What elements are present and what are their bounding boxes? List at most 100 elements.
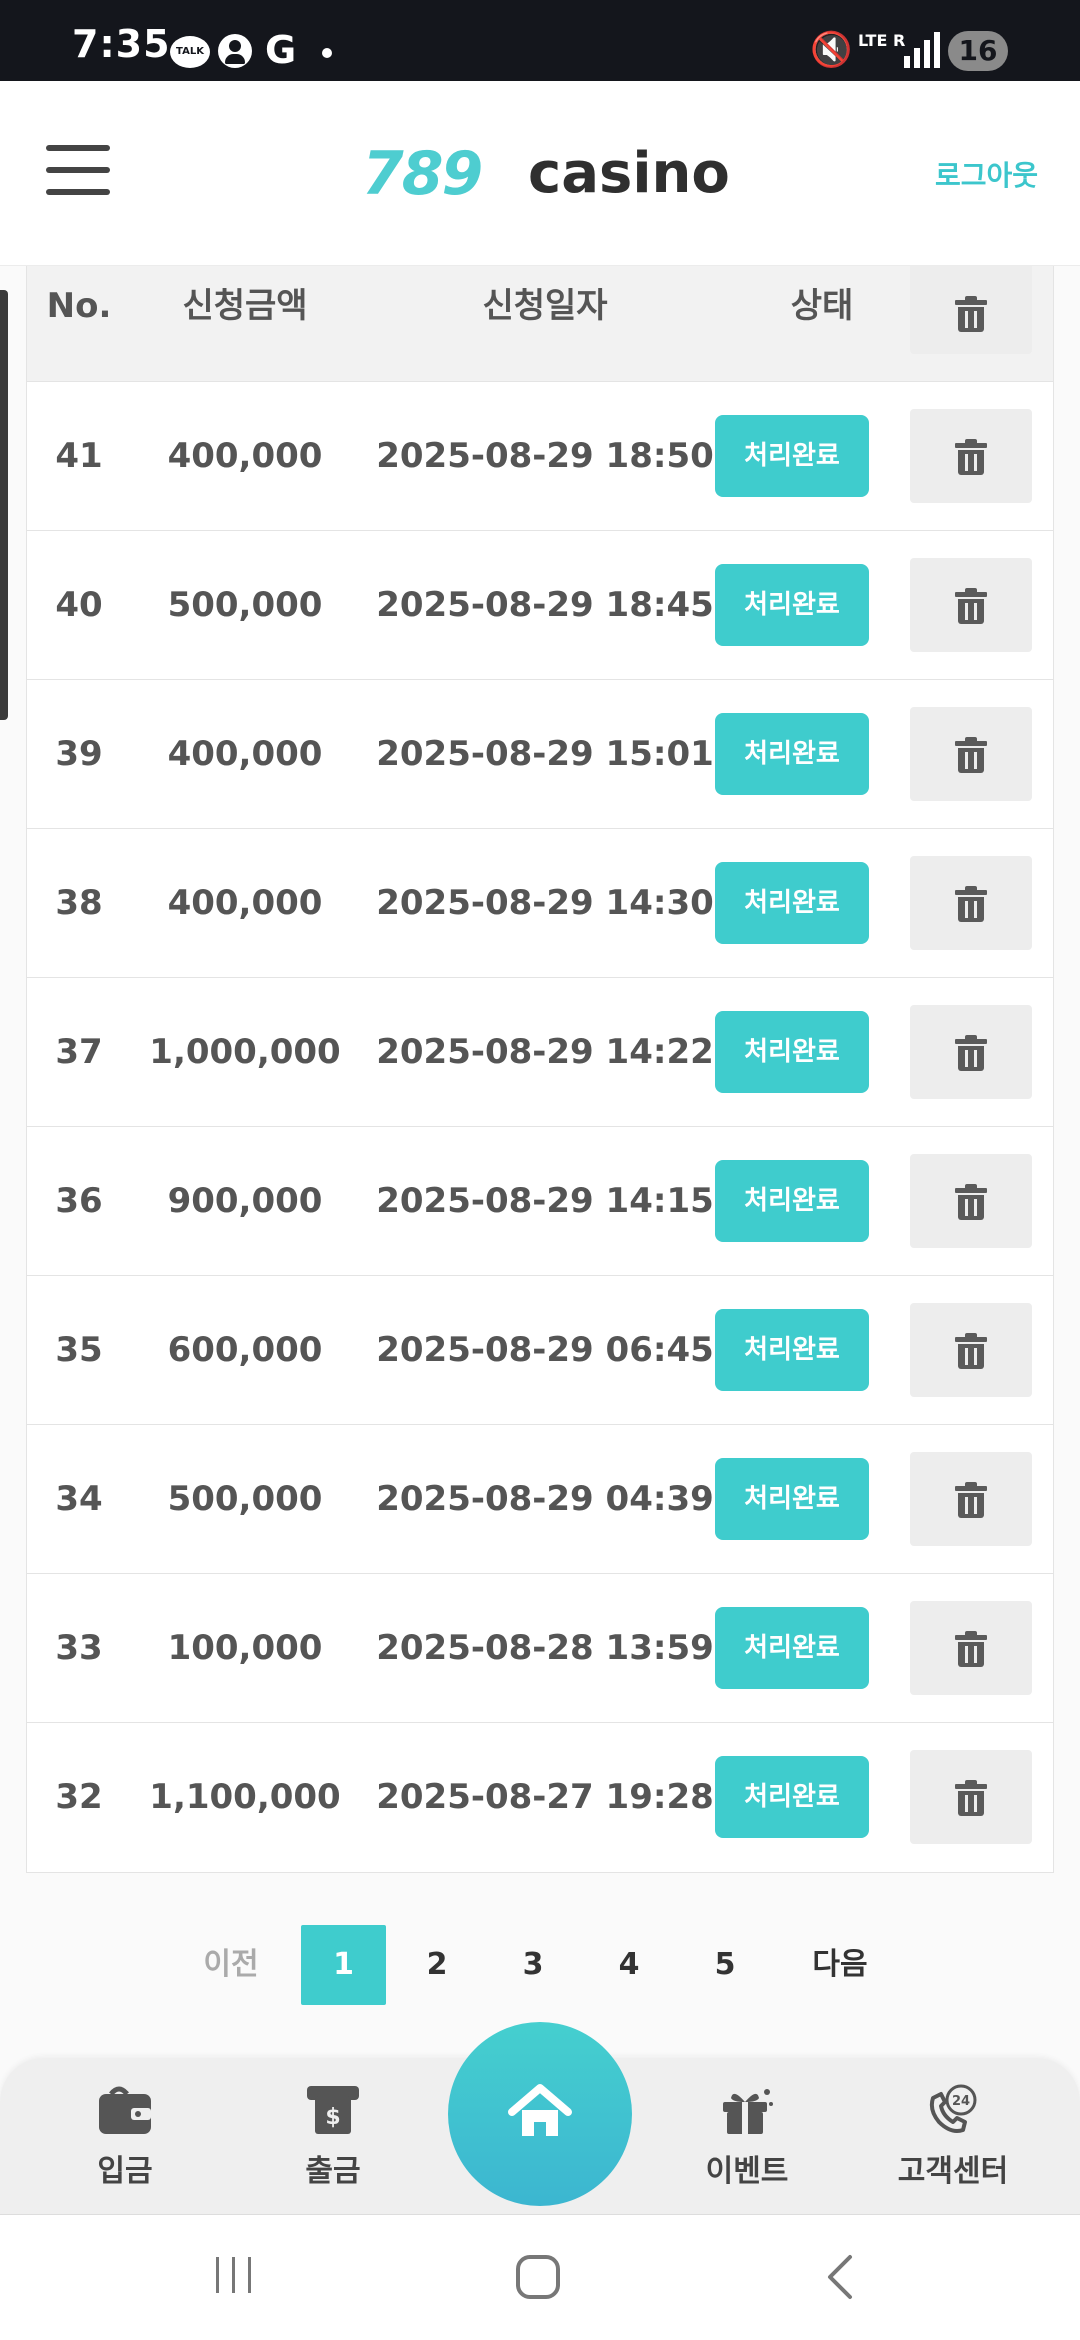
delete-row-button[interactable] xyxy=(910,1303,1032,1397)
clock-time: 7:35 xyxy=(72,22,171,66)
withdrawal-history-table: No. 신청금액 신청일자 상태 41 400,000 2025-08-29 18:… xyxy=(26,266,1054,1873)
trash-icon xyxy=(955,1482,987,1518)
support-24-icon: 24 xyxy=(929,2084,977,2133)
trash-icon xyxy=(955,1035,987,1071)
nav-deposit[interactable]: 입금 xyxy=(60,2058,190,2218)
header-no: No. xyxy=(46,286,112,326)
page-4-button[interactable]: 4 xyxy=(604,1925,654,2005)
delete-row-button[interactable] xyxy=(910,1452,1032,1546)
row-date: 2025-08-29 14:30 xyxy=(376,883,714,923)
row-no: 37 xyxy=(55,1032,103,1072)
home-system-icon[interactable] xyxy=(514,2253,562,2301)
kakaotalk-icon: TALK xyxy=(170,36,210,68)
delete-row-button[interactable] xyxy=(910,856,1032,950)
delete-row-button[interactable] xyxy=(910,409,1032,503)
table-row: 41 400,000 2025-08-29 18:50 처리완료 xyxy=(27,382,1053,531)
header-amount: 신청금액 xyxy=(182,286,308,326)
delete-row-button[interactable] xyxy=(910,707,1032,801)
nav-support-label: 고객센터 xyxy=(897,2154,1009,2189)
row-amount: 600,000 xyxy=(167,1330,323,1370)
page-3-button[interactable]: 3 xyxy=(508,1925,558,2005)
signal-icon xyxy=(898,32,940,68)
nav-event-label: 이벤트 xyxy=(705,2154,789,2189)
svg-text:24: 24 xyxy=(952,2094,970,2109)
trash-icon xyxy=(955,1631,987,1667)
header-status: 상태 xyxy=(790,286,854,326)
delete-row-button[interactable] xyxy=(910,1750,1032,1844)
row-no: 41 xyxy=(55,436,103,476)
table-row: 36 900,000 2025-08-29 14:15 처리완료 xyxy=(27,1127,1053,1276)
status-badge[interactable]: 처리완료 xyxy=(715,1458,869,1540)
row-no: 34 xyxy=(55,1479,103,1519)
home-icon xyxy=(508,2084,572,2136)
status-bar: 7:35 TALK G 🔇 LTE R 16 xyxy=(0,0,1080,81)
cash-withdraw-icon: $ xyxy=(307,2086,359,2134)
delete-row-button[interactable] xyxy=(910,558,1032,652)
back-icon[interactable] xyxy=(822,2253,858,2301)
page-5-button[interactable]: 5 xyxy=(700,1925,750,2005)
logout-link[interactable]: 로그아웃 xyxy=(935,154,1038,194)
row-no: 39 xyxy=(55,734,103,774)
row-no: 38 xyxy=(55,883,103,923)
table-body: 41 400,000 2025-08-29 18:50 처리완료 40 500,000 20… xyxy=(27,382,1053,1872)
delete-all-button[interactable] xyxy=(910,266,1032,354)
table-row: 35 600,000 2025-08-29 06:45 처리완료 xyxy=(27,1276,1053,1425)
row-date: 2025-08-29 15:01 xyxy=(376,734,714,774)
status-badge[interactable]: 처리완료 xyxy=(715,564,869,646)
status-badge[interactable]: 처리완료 xyxy=(715,1011,869,1093)
side-scroll-handle[interactable] xyxy=(0,290,8,720)
status-badge[interactable]: 처리완료 xyxy=(715,415,869,497)
trash-icon xyxy=(955,1333,987,1369)
home-button[interactable] xyxy=(448,2022,632,2206)
nav-deposit-label: 입금 xyxy=(97,2154,153,2189)
table-row: 38 400,000 2025-08-29 14:30 처리완료 xyxy=(27,829,1053,978)
row-no: 32 xyxy=(55,1777,103,1817)
row-amount: 500,000 xyxy=(167,1479,323,1519)
notification-dot-icon xyxy=(322,48,332,58)
table-row: 34 500,000 2025-08-29 04:39 처리완료 xyxy=(27,1425,1053,1574)
prev-page-button[interactable]: 이전 xyxy=(196,1925,266,2005)
nav-support[interactable]: 24 고객센터 xyxy=(888,2058,1018,2218)
next-page-button[interactable]: 다음 xyxy=(800,1925,880,2005)
status-badge[interactable]: 처리완료 xyxy=(715,1607,869,1689)
trash-icon xyxy=(955,1184,987,1220)
menu-icon[interactable] xyxy=(46,145,110,195)
delete-row-button[interactable] xyxy=(910,1601,1032,1695)
row-amount: 900,000 xyxy=(167,1181,323,1221)
gift-icon xyxy=(723,2089,773,2134)
row-date: 2025-08-29 18:45 xyxy=(376,585,714,625)
google-icon: G xyxy=(265,28,297,72)
trash-icon xyxy=(955,1780,987,1816)
status-badge[interactable]: 처리완료 xyxy=(715,1309,869,1391)
status-badge[interactable]: 처리완료 xyxy=(715,1160,869,1242)
page-1-button[interactable]: 1 xyxy=(301,1925,386,2005)
row-no: 33 xyxy=(55,1628,103,1668)
trash-icon xyxy=(955,737,987,773)
delete-row-button[interactable] xyxy=(910,1154,1032,1248)
page-2-button[interactable]: 2 xyxy=(412,1925,462,2005)
nav-event[interactable]: 이벤트 xyxy=(682,2058,812,2218)
row-amount: 1,100,000 xyxy=(149,1777,341,1817)
table-header: No. 신청금액 신청일자 상태 xyxy=(27,266,1053,382)
table-row: 32 1,100,000 2025-08-27 19:28 처리완료 xyxy=(27,1723,1053,1872)
mute-icon: 🔇 xyxy=(810,30,853,70)
status-badge[interactable]: 처리완료 xyxy=(715,713,869,795)
status-badge[interactable]: 처리완료 xyxy=(715,1756,869,1838)
row-date: 2025-08-28 13:59 xyxy=(376,1628,714,1668)
pagination: 이전 1 2 3 4 5 다음 xyxy=(0,1925,1080,2005)
account-icon xyxy=(218,34,252,68)
nav-withdraw[interactable]: $ 출금 xyxy=(268,2058,398,2218)
row-date: 2025-08-29 06:45 xyxy=(376,1330,714,1370)
trash-icon xyxy=(955,886,987,922)
row-no: 36 xyxy=(55,1181,103,1221)
recent-apps-icon[interactable] xyxy=(212,2253,256,2297)
row-no: 40 xyxy=(55,585,103,625)
nav-withdraw-label: 출금 xyxy=(305,2154,361,2189)
status-badge[interactable]: 처리완료 xyxy=(715,862,869,944)
battery-indicator: 16 xyxy=(948,31,1008,71)
delete-row-button[interactable] xyxy=(910,1005,1032,1099)
trash-icon xyxy=(955,296,987,332)
row-date: 2025-08-29 14:15 xyxy=(376,1181,714,1221)
logo[interactable]: 789 casino xyxy=(362,139,730,209)
row-no: 35 xyxy=(55,1330,103,1370)
